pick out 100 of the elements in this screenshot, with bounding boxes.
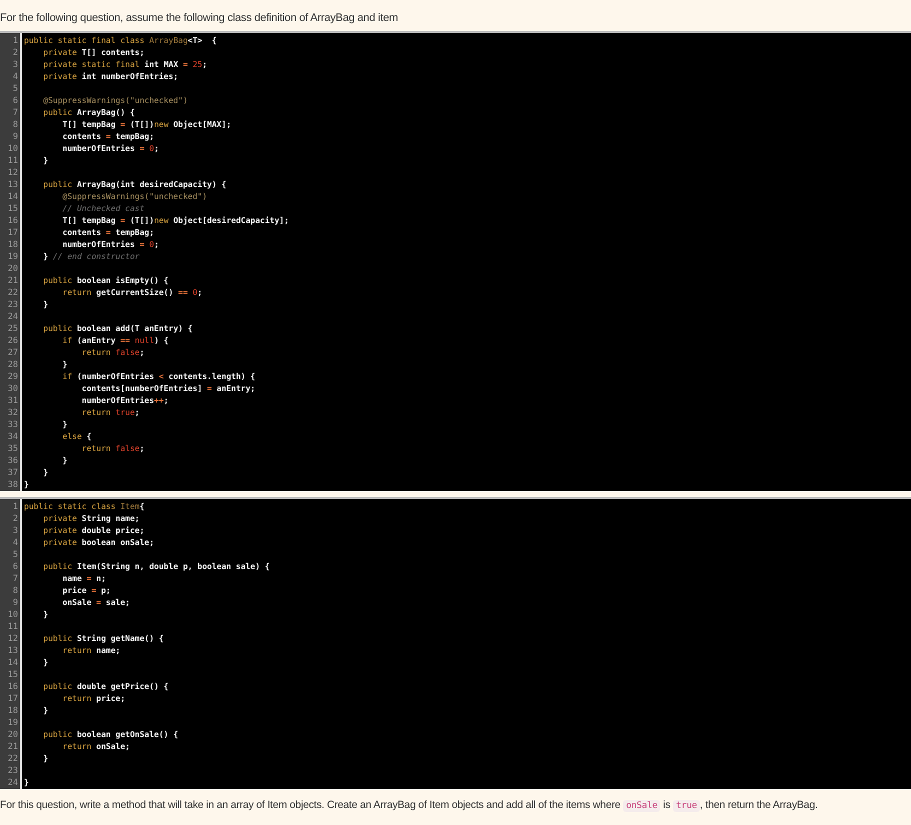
line-number: 13 xyxy=(6,179,19,191)
line-number: 7 xyxy=(12,107,19,119)
line-number: 1 xyxy=(12,501,19,513)
code-line: } xyxy=(24,479,29,491)
code-line: @SuppressWarnings("unchecked") xyxy=(62,191,208,203)
line-number: 1 xyxy=(12,35,19,47)
code-line: T[] tempBag = (T[])new Object[MAX]; xyxy=(62,119,232,131)
code-line: // Unchecked cast xyxy=(62,203,144,215)
line-number: 14 xyxy=(6,191,19,203)
line-number: 30 xyxy=(6,383,19,395)
line-number: 36 xyxy=(6,455,19,467)
code-line: public static final class ArrayBag<T> { xyxy=(24,35,217,47)
code-line: private double price; xyxy=(42,525,144,537)
line-number: 20 xyxy=(6,263,19,275)
line-number: 5 xyxy=(12,549,19,561)
code-line: } xyxy=(42,657,48,669)
line-number: 13 xyxy=(6,645,19,657)
code-line: return true; xyxy=(80,407,140,419)
line-number: 27 xyxy=(6,347,19,359)
code-line: numberOfEntries++; xyxy=(80,395,169,407)
line-number: 7 xyxy=(12,573,19,585)
line-number: 24 xyxy=(6,311,19,323)
line-number: 12 xyxy=(6,633,19,645)
line-number: 16 xyxy=(6,215,19,227)
code-line: else { xyxy=(62,431,92,443)
code-line: return false; xyxy=(80,347,144,359)
code-line: } xyxy=(62,419,68,431)
line-number: 6 xyxy=(12,95,19,107)
code-line: public String getName() { xyxy=(42,633,164,645)
line-number: 4 xyxy=(12,537,19,549)
line-number: 18 xyxy=(6,705,19,717)
question-text: For this question, write a method that will take in an array of Item objects. Create an ArrayBag of Item objects and add all of the items where onSale is true , then return the ArrayBag. xyxy=(0,798,819,814)
code-line: @SuppressWarnings("unchecked") xyxy=(42,95,188,107)
line-number: 23 xyxy=(6,765,19,777)
code-line: } xyxy=(42,753,48,765)
code-line: public double getPrice() { xyxy=(42,681,168,693)
line-number: 10 xyxy=(6,143,19,155)
code-line: onSale = sale; xyxy=(62,597,130,609)
intro-text: For the following question, assume the following class definition of ArrayBag and item xyxy=(0,11,399,26)
line-number: 38 xyxy=(6,479,19,491)
line-number: 2 xyxy=(12,47,19,59)
code-line: } // end constructor xyxy=(42,251,140,263)
code-line: } xyxy=(62,359,68,371)
code-line: if (anEntry == null) { xyxy=(62,335,169,347)
line-number: 9 xyxy=(12,131,19,143)
line-number: 19 xyxy=(6,251,19,263)
code-line: contents = tempBag; xyxy=(62,227,154,239)
code-line: return onSale; xyxy=(62,741,130,753)
code-line: private boolean onSale; xyxy=(42,537,154,549)
line-number: 11 xyxy=(6,155,19,167)
code-line: return false; xyxy=(80,443,144,455)
code-line: name = n; xyxy=(62,573,106,585)
code-line: if (numberOfEntries < contents.length) { xyxy=(62,371,256,383)
line-number: 33 xyxy=(6,419,19,431)
line-number: 18 xyxy=(6,239,19,251)
code-line: contents = tempBag; xyxy=(62,131,154,143)
line-number: 12 xyxy=(6,167,19,179)
code-line: private int numberOfEntries; xyxy=(42,71,178,83)
line-number: 22 xyxy=(6,753,19,765)
code-line: public static class Item{ xyxy=(24,501,144,513)
code-line: private String name; xyxy=(42,513,140,525)
line-number: 20 xyxy=(6,729,19,741)
line-number: 21 xyxy=(6,741,19,753)
line-number: 17 xyxy=(6,227,19,239)
code-line: price = p; xyxy=(62,585,111,597)
line-number: 8 xyxy=(12,585,19,597)
line-number: 29 xyxy=(6,371,19,383)
code-line: return price; xyxy=(62,693,126,705)
line-number: 15 xyxy=(6,203,19,215)
line-number: 31 xyxy=(6,395,19,407)
code-line: numberOfEntries = 0; xyxy=(62,143,159,155)
line-number: 17 xyxy=(6,693,19,705)
line-number: 3 xyxy=(12,59,19,71)
code-line: public Item(String n, double p, boolean sale) { xyxy=(42,561,270,573)
line-number: 24 xyxy=(6,777,19,789)
line-number: 34 xyxy=(6,431,19,443)
code-line: private static final int MAX = 25; xyxy=(42,59,208,71)
code-line: } xyxy=(42,467,48,479)
line-number: 9 xyxy=(12,597,19,609)
line-number: 15 xyxy=(6,669,19,681)
line-number: 3 xyxy=(12,525,19,537)
line-number: 19 xyxy=(6,717,19,729)
line-number: 37 xyxy=(6,467,19,479)
line-number: 21 xyxy=(6,275,19,287)
line-number: 2 xyxy=(12,513,19,525)
code-line: numberOfEntries = 0; xyxy=(62,239,159,251)
line-number: 22 xyxy=(6,287,19,299)
code-line: return name; xyxy=(62,645,120,657)
code-line: public ArrayBag(int desiredCapacity) { xyxy=(42,179,226,191)
line-number: 4 xyxy=(12,71,19,83)
line-number: 16 xyxy=(6,681,19,693)
line-number: 11 xyxy=(6,621,19,633)
code-line: } xyxy=(24,777,29,789)
line-number: 10 xyxy=(6,609,19,621)
line-number: 5 xyxy=(12,83,19,95)
code-line: public boolean isEmpty() { xyxy=(42,275,168,287)
code-line: return getCurrentSize() == 0; xyxy=(62,287,202,299)
code-line: private T[] contents; xyxy=(42,47,144,59)
line-number: 6 xyxy=(12,561,19,573)
code-line: } xyxy=(62,455,68,467)
